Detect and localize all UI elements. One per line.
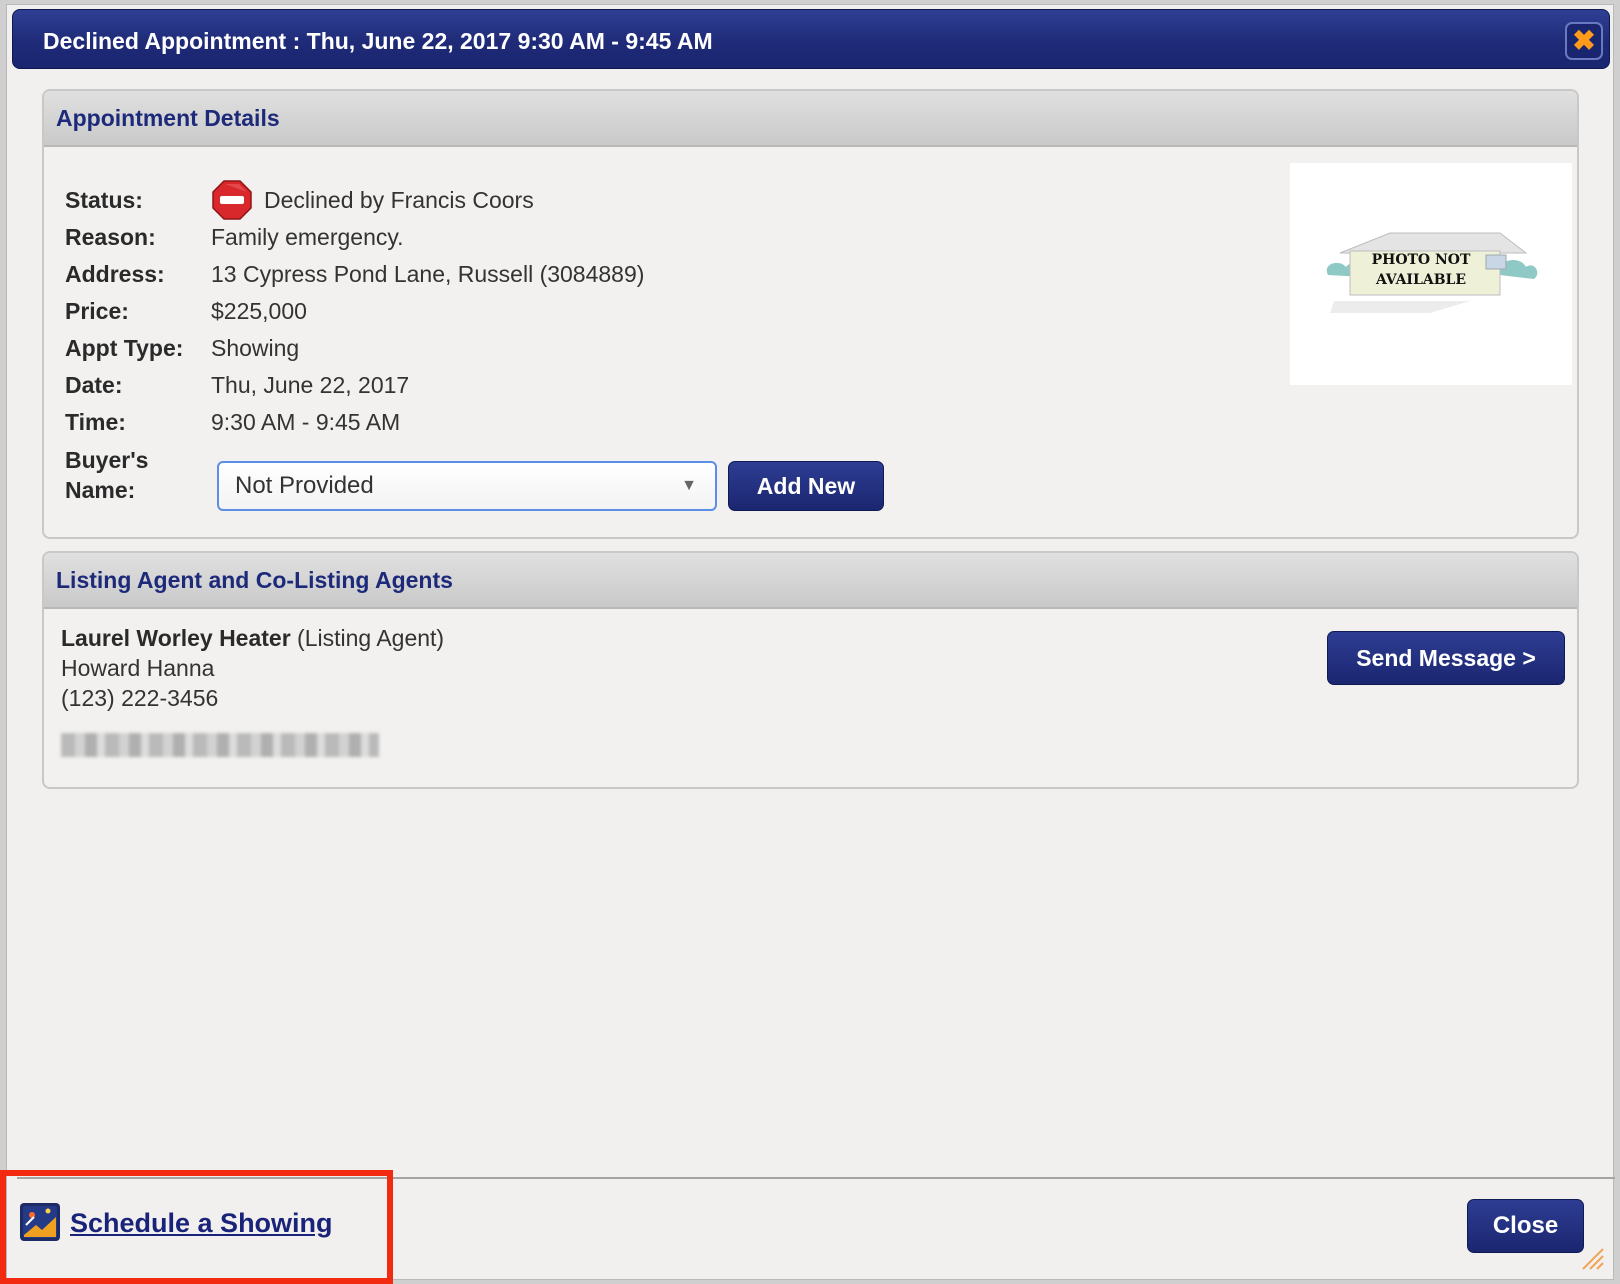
agent-email-redacted <box>61 733 379 757</box>
add-new-button[interactable]: Add New <box>728 461 884 511</box>
price-value: $225,000 <box>211 298 307 324</box>
agent-name: Laurel Worley Heater <box>61 625 291 651</box>
buyer-label-2: Name: <box>65 477 136 503</box>
address-value: 13 Cypress Pond Lane, Russell (3084889) <box>211 261 645 287</box>
buyer-name-select[interactable]: Not Provided ▼ <box>217 461 717 511</box>
reason-value: Family emergency. <box>211 224 404 250</box>
appt-type-label: Appt Type: <box>65 335 184 361</box>
close-button[interactable]: Close <box>1467 1199 1584 1253</box>
photo-text-1: PHOTO NOT <box>1372 252 1471 268</box>
appointment-details-panel: Appointment Details Status: Declined by … <box>42 89 1579 539</box>
agent-name-line: Laurel Worley Heater (Listing Agent) <box>61 623 444 653</box>
date-value: Thu, June 22, 2017 <box>211 372 410 398</box>
dialog-title: Declined Appointment : Thu, June 22, 201… <box>43 28 713 54</box>
buyer-label-1: Buyer's <box>65 447 149 473</box>
resize-grip-icon[interactable] <box>1579 1245 1605 1271</box>
agent-company: Howard Hanna <box>61 655 215 681</box>
appt-type-value: Showing <box>211 335 300 361</box>
listing-agents-header: Listing Agent and Co-Listing Agents <box>44 553 1577 609</box>
price-label: Price: <box>65 298 129 324</box>
time-label: Time: <box>65 409 126 435</box>
address-label: Address: <box>65 261 165 287</box>
schedule-showing-icon[interactable] <box>20 1203 60 1241</box>
status-value: Declined by Francis Coors <box>264 187 534 213</box>
photo-not-available-image: PHOTO NOT AVAILABLE <box>1290 163 1572 385</box>
listing-agents-panel: Listing Agent and Co-Listing Agents Laur… <box>42 551 1579 789</box>
agent-phone: (123) 222-3456 <box>61 685 219 711</box>
close-icon[interactable]: ✖ <box>1565 22 1603 60</box>
photo-text-2: AVAILABLE <box>1375 272 1466 288</box>
status-label: Status: <box>65 187 143 213</box>
time-value: 9:30 AM - 9:45 AM <box>211 409 401 435</box>
schedule-showing-link[interactable]: Schedule a Showing <box>70 1205 333 1241</box>
agent-role: (Listing Agent) <box>290 625 445 651</box>
dialog-titlebar: Declined Appointment : Thu, June 22, 201… <box>12 9 1610 69</box>
reason-label: Reason: <box>65 224 156 250</box>
dropdown-arrow-icon: ▼ <box>681 477 697 494</box>
appointment-dialog: Declined Appointment : Thu, June 22, 201… <box>6 4 1615 1280</box>
appointment-details-header: Appointment Details <box>44 91 1577 147</box>
buyer-select-value: Not Provided <box>235 472 374 499</box>
declined-stop-icon <box>212 180 252 220</box>
date-label: Date: <box>65 372 123 398</box>
send-message-button[interactable]: Send Message > <box>1327 631 1565 685</box>
